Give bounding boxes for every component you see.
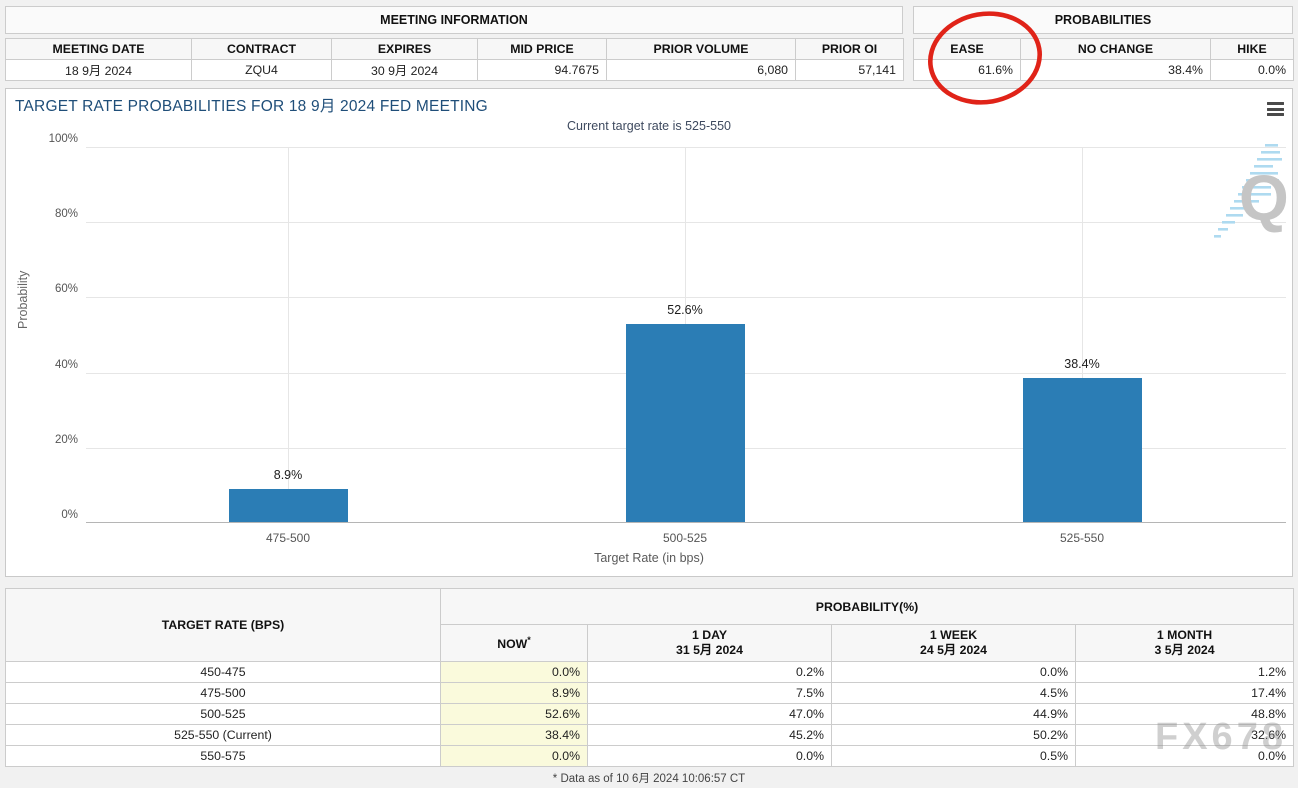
now-cell: 8.9% xyxy=(441,683,588,704)
table-row: 525-550 (Current) 38.4% 45.2% 50.2% 32.6… xyxy=(6,725,1294,746)
week-cell: 0.5% xyxy=(832,746,1076,767)
rate-cell: 500-525 xyxy=(6,704,441,725)
now-cell: 52.6% xyxy=(441,704,588,725)
probabilities-section: PROBABILITIES EASE NO CHANGE HIKE 61.6% … xyxy=(913,6,1293,81)
col-1-month: 1 MONTH3 5月 2024 xyxy=(1076,625,1294,662)
month-cell: 1.2% xyxy=(1076,662,1294,683)
probabilities-title: PROBABILITIES xyxy=(913,6,1293,34)
y-axis-title: Probability xyxy=(16,271,30,329)
hike-value: 0.0% xyxy=(1211,60,1294,81)
bar-value-label: 52.6% xyxy=(667,303,702,317)
col-mid-price: MID PRICE xyxy=(478,39,607,60)
meeting-date-value: 18 9月 2024 xyxy=(6,60,192,81)
col-1-week: 1 WEEK24 5月 2024 xyxy=(832,625,1076,662)
probability-history-table: TARGET RATE (BPS) PROBABILITY(%) NOW* 1 … xyxy=(5,588,1294,767)
table-row: 500-525 52.6% 47.0% 44.9% 48.8% xyxy=(6,704,1294,725)
month-cell: 17.4% xyxy=(1076,683,1294,704)
ytick-100: 100% xyxy=(8,133,78,145)
chart-title: TARGET RATE PROBABILITIES FOR 18 9月 2024… xyxy=(15,94,488,116)
x-axis-title: Target Rate (in bps) xyxy=(6,551,1292,565)
meeting-info-row: 18 9月 2024 ZQU4 30 9月 2024 94.7675 6,080… xyxy=(6,60,904,81)
col-prior-volume: PRIOR VOLUME xyxy=(607,39,796,60)
bar-group-500-525: 52.6% xyxy=(626,146,745,522)
chart-plot-area: 8.9% 52.6% 38.4% xyxy=(86,147,1286,523)
col-no-change: NO CHANGE xyxy=(1021,39,1211,60)
week-cell: 44.9% xyxy=(832,704,1076,725)
col-ease: EASE xyxy=(914,39,1021,60)
table-row: 550-575 0.0% 0.0% 0.5% 0.0% xyxy=(6,746,1294,767)
col-probability-group: PROBABILITY(%) xyxy=(441,589,1294,625)
probabilities-row: 61.6% 38.4% 0.0% xyxy=(914,60,1294,81)
meeting-information-table: MEETING DATE CONTRACT EXPIRES MID PRICE … xyxy=(5,38,904,81)
contract-value: ZQU4 xyxy=(192,60,332,81)
data-as-of-note: * Data as of 10 6月 2024 10:06:57 CT xyxy=(5,770,1293,786)
col-1-day: 1 DAY31 5月 2024 xyxy=(588,625,832,662)
day-cell: 45.2% xyxy=(588,725,832,746)
ytick-40: 40% xyxy=(8,359,78,371)
xtick-500-525: 500-525 xyxy=(615,531,755,545)
month-cell: 32.6% xyxy=(1076,725,1294,746)
expires-value: 30 9月 2024 xyxy=(332,60,478,81)
bar-group-525-550: 38.4% xyxy=(1023,146,1142,522)
day-cell: 47.0% xyxy=(588,704,832,725)
rate-cell: 450-475 xyxy=(6,662,441,683)
bar-group-475-500: 8.9% xyxy=(229,146,348,522)
week-cell: 0.0% xyxy=(832,662,1076,683)
rate-cell: 475-500 xyxy=(6,683,441,704)
chart-bar-475-500 xyxy=(229,489,348,522)
chart-bar-500-525 xyxy=(626,324,745,522)
prior-oi-value: 57,141 xyxy=(796,60,904,81)
no-change-value: 38.4% xyxy=(1021,60,1211,81)
col-target-rate-bps: TARGET RATE (BPS) xyxy=(6,589,441,662)
table-row: 450-475 0.0% 0.2% 0.0% 1.2% xyxy=(6,662,1294,683)
chart-bar-525-550 xyxy=(1023,378,1142,522)
table-row: 475-500 8.9% 7.5% 4.5% 17.4% xyxy=(6,683,1294,704)
month-cell: 0.0% xyxy=(1076,746,1294,767)
ease-value: 61.6% xyxy=(914,60,1021,81)
probabilities-table: EASE NO CHANGE HIKE 61.6% 38.4% 0.0% xyxy=(913,38,1294,81)
day-cell: 7.5% xyxy=(588,683,832,704)
rate-cell: 525-550 (Current) xyxy=(6,725,441,746)
ytick-0: 0% xyxy=(8,509,78,521)
bar-value-label: 38.4% xyxy=(1064,357,1099,371)
col-expires: EXPIRES xyxy=(332,39,478,60)
col-contract: CONTRACT xyxy=(192,39,332,60)
week-cell: 4.5% xyxy=(832,683,1076,704)
col-meeting-date: MEETING DATE xyxy=(6,39,192,60)
ytick-20: 20% xyxy=(8,434,78,446)
col-hike: HIKE xyxy=(1211,39,1294,60)
now-cell: 0.0% xyxy=(441,662,588,683)
bar-value-label: 8.9% xyxy=(274,468,303,482)
mid-price-value: 94.7675 xyxy=(478,60,607,81)
week-cell: 50.2% xyxy=(832,725,1076,746)
col-now: NOW* xyxy=(441,625,588,662)
fedwatch-tool-page: { "meeting_info": { "title": "MEETING IN… xyxy=(0,0,1298,776)
rate-cell: 550-575 xyxy=(6,746,441,767)
meeting-information-title: MEETING INFORMATION xyxy=(5,6,903,34)
ytick-60: 60% xyxy=(8,283,78,295)
xtick-475-500: 475-500 xyxy=(218,531,358,545)
ytick-80: 80% xyxy=(8,208,78,220)
xtick-525-550: 525-550 xyxy=(1012,531,1152,545)
col-prior-oi: PRIOR OI xyxy=(796,39,904,60)
now-cell: 38.4% xyxy=(441,725,588,746)
chart-menu-icon[interactable] xyxy=(1267,102,1284,119)
day-cell: 0.2% xyxy=(588,662,832,683)
meeting-information-section: MEETING INFORMATION MEETING DATE CONTRAC… xyxy=(5,6,903,81)
day-cell: 0.0% xyxy=(588,746,832,767)
now-cell: 0.0% xyxy=(441,746,588,767)
prior-volume-value: 6,080 xyxy=(607,60,796,81)
target-rate-chart-panel: TARGET RATE PROBABILITIES FOR 18 9月 2024… xyxy=(5,88,1293,577)
month-cell: 48.8% xyxy=(1076,704,1294,725)
probability-history-section: TARGET RATE (BPS) PROBABILITY(%) NOW* 1 … xyxy=(5,588,1293,788)
chart-subtitle: Current target rate is 525-550 xyxy=(6,119,1292,133)
